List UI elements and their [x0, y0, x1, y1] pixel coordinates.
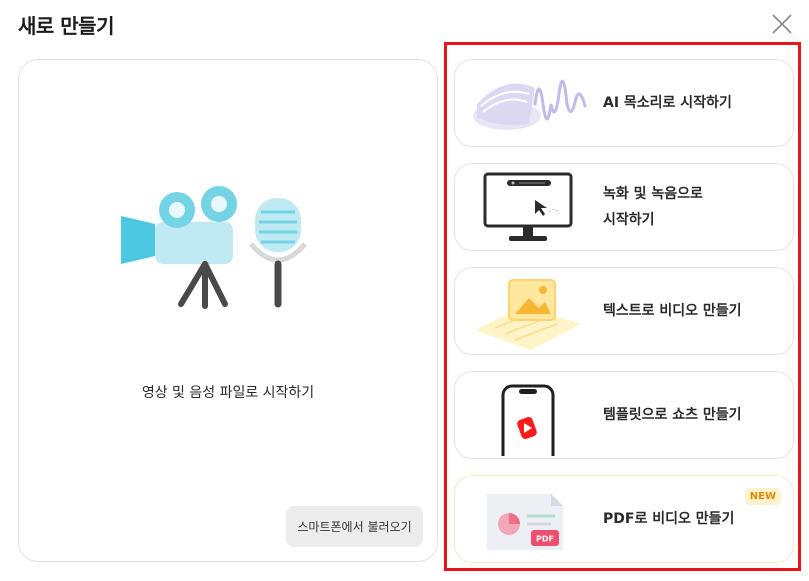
option-label: 텍스트로 비디오 만들기 — [603, 303, 742, 319]
import-media-label: 영상 및 음성 파일로 시작하기 — [141, 385, 315, 401]
text-image-icon — [475, 279, 581, 350]
option-ai-voice[interactable]: AI 목소리로 시작하기 — [454, 59, 794, 147]
monitor-recording-icon — [483, 172, 573, 241]
option-label-line2: 시작하기 — [603, 212, 655, 228]
option-label: 템플릿으로 쇼츠 만들기 — [603, 407, 742, 423]
camera-microphone-icon — [121, 186, 307, 309]
option-label: 녹화 및 녹음으로 — [603, 186, 703, 202]
option-screen-recording[interactable]: 녹화 및 녹음으로 시작하기 — [454, 163, 794, 251]
import-from-phone-button[interactable]: 스마트폰에서 불러오기 — [286, 506, 423, 547]
close-icon[interactable] — [770, 12, 794, 36]
phone-shorts-icon — [501, 384, 555, 456]
dialog-title: 새로 만들기 — [18, 14, 114, 38]
option-shorts-template[interactable]: 템플릿으로 쇼츠 만들기 — [454, 371, 794, 459]
option-pdf-to-video[interactable]: PDF PDF로 비디오 만들기 NEW — [454, 475, 794, 563]
new-badge: NEW — [744, 488, 781, 505]
option-label: AI 목소리로 시작하기 — [603, 95, 732, 111]
ai-voice-wave-icon — [473, 79, 587, 130]
pdf-document-icon: PDF — [487, 494, 563, 550]
import-media-card[interactable]: 영상 및 음성 파일로 시작하기 스마트폰에서 불러오기 — [18, 59, 438, 562]
pdf-tag: PDF — [536, 535, 554, 544]
option-text-to-video[interactable]: 텍스트로 비디오 만들기 — [454, 267, 794, 355]
option-label: PDF로 비디오 만들기 — [603, 511, 735, 527]
